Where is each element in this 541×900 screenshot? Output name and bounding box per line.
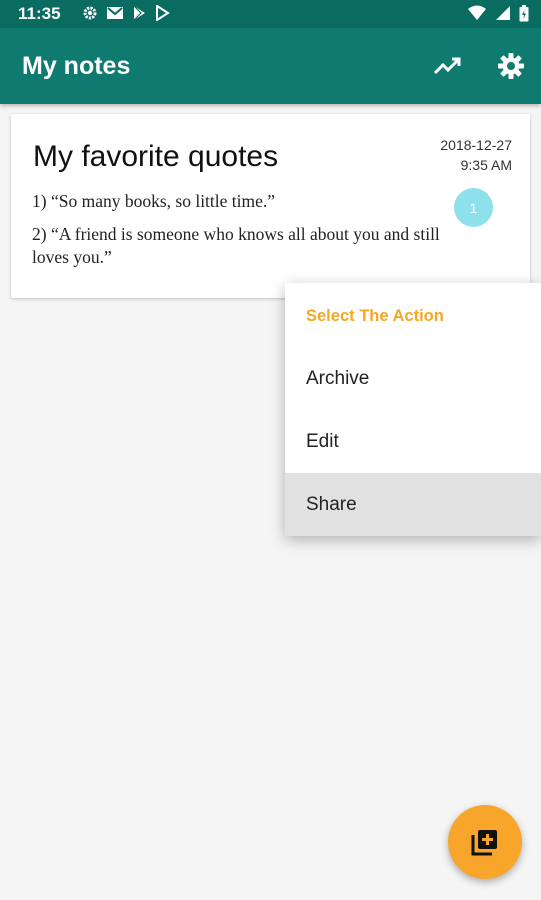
note-body: 1) “So many books, so little time.” 2) “… bbox=[32, 190, 442, 279]
menu-item-edit[interactable]: Edit bbox=[285, 410, 541, 473]
note-title: My favorite quotes bbox=[33, 140, 279, 173]
note-time: 9:35 AM bbox=[460, 157, 512, 173]
play-store-icon bbox=[133, 5, 145, 21]
play-store-icon bbox=[156, 5, 170, 21]
note-date: 2018-12-27 bbox=[440, 137, 512, 153]
menu-item-archive[interactable]: Archive bbox=[285, 347, 541, 410]
app-bar: My notes bbox=[0, 28, 541, 104]
status-time: 11:35 bbox=[18, 4, 61, 23]
add-note-button[interactable] bbox=[448, 805, 522, 879]
battery-icon bbox=[519, 5, 529, 22]
statistics-button[interactable] bbox=[429, 48, 465, 84]
settings-button[interactable] bbox=[493, 48, 529, 84]
add-note-icon bbox=[471, 830, 497, 856]
status-bar: 11:35 bbox=[0, 0, 541, 28]
note-line: 1) “So many books, so little time.” bbox=[32, 191, 276, 211]
note-count-badge: 1 bbox=[454, 188, 493, 227]
note-line: 2) “A friend is someone who knows all ab… bbox=[32, 224, 440, 267]
signal-icon bbox=[496, 6, 510, 20]
settings-icon bbox=[498, 53, 524, 79]
gmail-icon bbox=[107, 7, 123, 19]
trending-up-icon bbox=[433, 57, 461, 75]
action-menu: Select The Action Archive Edit Share bbox=[285, 283, 541, 536]
gear-icon bbox=[83, 6, 97, 20]
note-card[interactable]: My favorite quotes 2018-12-27 9:35 AM 1)… bbox=[11, 114, 530, 298]
app-title: My notes bbox=[22, 52, 131, 80]
menu-title: Select The Action bbox=[306, 307, 444, 325]
wifi-icon bbox=[468, 5, 486, 20]
menu-item-share[interactable]: Share bbox=[285, 473, 541, 536]
